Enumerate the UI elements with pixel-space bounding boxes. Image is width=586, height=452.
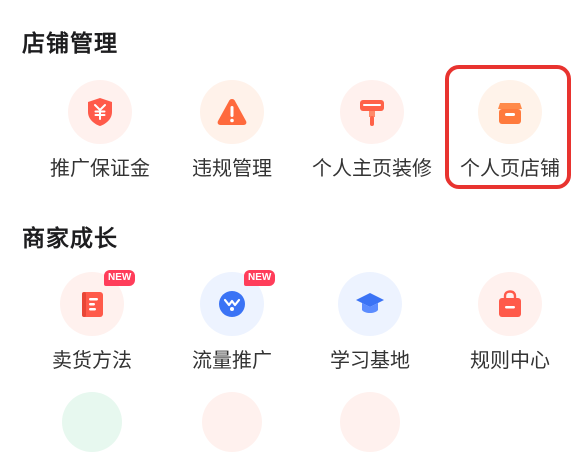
section-title-store-management: 店铺管理	[22, 31, 118, 57]
section-title-merchant-growth: 商家成长	[22, 226, 118, 252]
warning-icon	[200, 80, 264, 144]
item-label: 违规管理	[192, 156, 272, 180]
item-label: 流量推广	[192, 348, 272, 372]
bag-icon	[478, 272, 542, 336]
paint-roller-icon	[340, 80, 404, 144]
grid-item-selling-methods[interactable]: NEW 卖货方法	[22, 266, 162, 386]
grid-item-traffic-promotion[interactable]: NEW 流量推广	[162, 266, 302, 386]
new-badge: NEW	[244, 270, 276, 286]
item-label: 学习基地	[330, 348, 410, 372]
item-label: 个人主页装修	[312, 156, 432, 180]
new-badge: NEW	[104, 270, 136, 286]
graduation-cap-icon	[338, 272, 402, 336]
grid-item-rule-center[interactable]: 规则中心	[440, 266, 580, 386]
item-label: 规则中心	[470, 348, 550, 372]
shop-box-icon	[478, 80, 542, 144]
item-label: 推广保证金	[50, 156, 150, 180]
item-label: 个人页店铺	[460, 156, 560, 180]
grid-item-violation-management[interactable]: 违规管理	[162, 74, 302, 194]
grid-item-learning-base[interactable]: 学习基地	[300, 266, 440, 386]
grid-item-personal-page-store[interactable]: 个人页店铺	[440, 74, 580, 194]
shield-yen-icon	[68, 80, 132, 144]
next-row-icon-peek[interactable]	[202, 392, 262, 452]
next-row-icon-peek[interactable]	[340, 392, 400, 452]
grid-item-homepage-decoration[interactable]: 个人主页装修	[302, 74, 442, 194]
grid-item-promotion-deposit[interactable]: 推广保证金	[30, 74, 170, 194]
item-label: 卖货方法	[52, 348, 132, 372]
next-row-icon-peek[interactable]	[62, 392, 122, 452]
